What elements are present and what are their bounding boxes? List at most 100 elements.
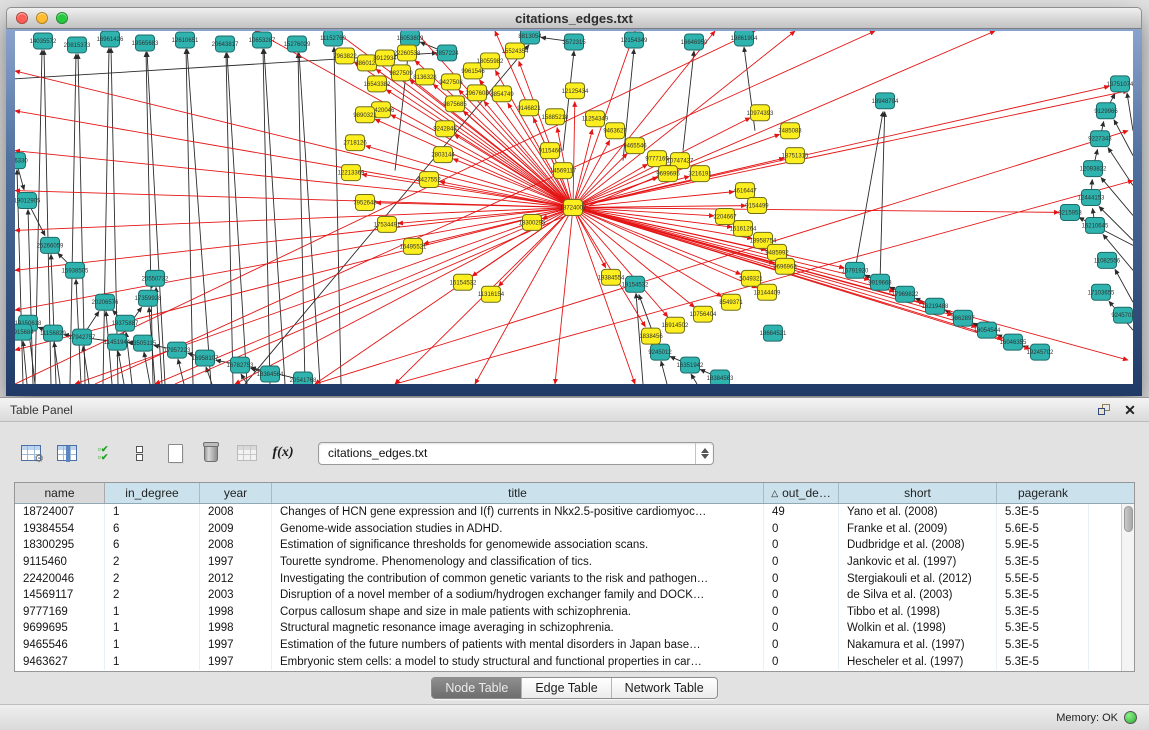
graph-node[interactable]: 3216191 (688, 166, 712, 182)
graph-node[interactable]: 9919668 (868, 274, 892, 290)
graph-node[interactable]: 16210645 (1082, 217, 1109, 233)
close-panel-button[interactable]: ✕ (1121, 402, 1139, 418)
table-row[interactable]: 911546021997Tourette syndrome. Phenomeno… (15, 554, 1121, 571)
graph-node[interactable]: 8854749 (490, 86, 514, 102)
graph-node[interactable]: 12093822 (1080, 161, 1107, 177)
table-cell[interactable]: 2 (105, 587, 200, 604)
column-header-year[interactable]: year (200, 483, 272, 503)
table-cell[interactable]: 0 (764, 604, 839, 621)
tab-node-table[interactable]: Node Table (432, 678, 521, 698)
graph-node[interactable]: 9862897 (951, 310, 975, 326)
table-cell[interactable]: 5.3E-5 (997, 504, 1089, 521)
graph-node[interactable]: 14569117 (550, 163, 577, 179)
graph-node[interactable]: 3572315 (562, 34, 586, 50)
table-cell[interactable]: Franke et al. (2009) (839, 521, 997, 538)
table-cell[interactable]: 1997 (200, 653, 272, 670)
graph-node[interactable]: 16219488 (922, 298, 949, 314)
graph-node[interactable]: 18054544 (974, 322, 1001, 338)
row-options-button[interactable] (124, 438, 154, 468)
graph-node[interactable]: 7485083 (778, 123, 802, 139)
graph-node[interactable]: 9890321 (353, 107, 377, 123)
graph-node[interactable]: 9245702 (1111, 307, 1133, 323)
column-header-pagerank[interactable]: pagerank (997, 483, 1089, 503)
graph-node[interactable]: 11451944 (104, 334, 131, 350)
tab-network-table[interactable]: Network Table (611, 678, 717, 698)
tab-edge-table[interactable]: Edge Table (521, 678, 610, 698)
graph-node[interactable]: 9696963 (773, 258, 797, 274)
table-cell[interactable]: 1 (105, 504, 200, 521)
table-cell[interactable]: 9699695 (15, 620, 105, 637)
table-cell[interactable]: Estimation of the future numbers of pati… (272, 637, 764, 654)
graph-node[interactable]: 18751315 (782, 148, 809, 164)
table-cell[interactable]: 2 (105, 570, 200, 587)
minimize-window-button[interactable] (36, 12, 48, 24)
table-cell[interactable]: 0 (764, 537, 839, 554)
new-table-button[interactable] (160, 438, 190, 468)
table-row[interactable]: 1938455462009Genome-wide association stu… (15, 521, 1121, 538)
graph-node[interactable]: 19012905 (15, 193, 41, 209)
graph-node[interactable]: 11156829 (40, 325, 66, 341)
graph-node[interactable]: 22260538 (394, 45, 421, 61)
graph-node[interactable]: 19384554 (598, 269, 625, 285)
graph-node[interactable]: 11254349 (582, 111, 609, 127)
scrollbar-thumb[interactable] (1124, 506, 1133, 532)
table-cell[interactable]: Tibbo et al. (1998) (839, 604, 997, 621)
table-cell[interactable]: 1 (105, 604, 200, 621)
graph-node[interactable]: 17359928 (135, 290, 162, 306)
table-cell[interactable]: 2012 (200, 570, 272, 587)
graph-node[interactable]: 2718126 (343, 135, 367, 151)
table-cell[interactable]: Changes of HCN gene expression and I(f) … (272, 504, 764, 521)
graph-node[interactable]: 16046355 (1000, 334, 1027, 350)
table-cell[interactable]: Investigating the contribution of common… (272, 570, 764, 587)
table-cell[interactable]: 1997 (200, 554, 272, 571)
table-cell[interactable]: 0 (764, 570, 839, 587)
float-panel-button[interactable] (1095, 402, 1113, 418)
graph-node[interactable]: 8136328 (413, 69, 437, 85)
table-cell[interactable]: 1997 (200, 637, 272, 654)
graph-node[interactable]: 9427508 (439, 74, 463, 90)
table-cell[interactable]: 9115460 (15, 554, 105, 571)
table-cell[interactable]: 0 (764, 653, 839, 670)
graph-node[interactable]: 19245702 (1027, 344, 1054, 360)
graph-node[interactable]: 9154499 (745, 198, 769, 214)
table-cell[interactable]: 2009 (200, 521, 272, 538)
table-cell[interactable]: 22420046 (15, 570, 105, 587)
graph-node[interactable]: 16351942 (677, 357, 704, 373)
graph-node[interactable]: 9242848 (433, 121, 457, 137)
graph-node[interactable]: 16791920 (842, 262, 869, 278)
graph-node[interactable]: 18300295 (519, 214, 546, 230)
graph-node[interactable]: 12610651 (172, 32, 199, 48)
graph-node[interactable]: 16782753 (227, 357, 254, 373)
table-cell[interactable]: 9463627 (15, 653, 105, 670)
table-cell[interactable]: 1 (105, 653, 200, 670)
graph-node[interactable]: 7963822 (333, 48, 357, 64)
graph-node[interactable]: 19861904 (731, 31, 758, 46)
graph-node[interactable]: 16646950 (681, 34, 708, 50)
insert-column-button[interactable] (52, 438, 82, 468)
graph-node[interactable]: 15276029 (284, 36, 311, 52)
table-cell[interactable]: Dudbridge et al. (2008) (839, 537, 997, 554)
graph-node[interactable]: 20206576 (92, 294, 119, 310)
table-cell[interactable]: Jankovic et al. (1997) (839, 554, 997, 571)
table-cell[interactable]: 2008 (200, 537, 272, 554)
graph-node[interactable]: 15885218 (542, 109, 569, 125)
graph-node[interactable]: 9227343 (1088, 131, 1112, 147)
table-cell[interactable]: 5.3E-5 (997, 637, 1089, 654)
graph-node[interactable]: 9129966 (1094, 103, 1118, 119)
graph-node[interactable]: 18055982 (477, 53, 504, 69)
network-canvas[interactable]: 1403557220815373169614261956568312610651… (15, 31, 1133, 384)
table-cell[interactable]: 1998 (200, 604, 272, 621)
table-cell[interactable]: Tourette syndrome. Phenomenology and cla… (272, 554, 764, 571)
table-cell[interactable]: de Silva et al. (2003) (839, 587, 997, 604)
table-row[interactable]: 946554611997Estimation of the future num… (15, 637, 1121, 654)
table-cell[interactable]: 5.9E-5 (997, 537, 1089, 554)
graph-node[interactable]: 13751074 (1107, 76, 1133, 92)
graph-node[interactable]: 9245012 (648, 344, 672, 360)
graph-node[interactable]: 14035572 (30, 33, 57, 49)
graph-node[interactable]: 9699695 (656, 166, 680, 182)
table-cell[interactable]: 49 (764, 504, 839, 521)
graph-node[interactable]: 19375887 (112, 315, 139, 331)
select-columns-button[interactable]: ▫✔▫✔ (88, 438, 118, 468)
table-cell[interactable]: Wolkin et al. (1998) (839, 620, 997, 637)
graph-node[interactable]: 9827509 (389, 65, 413, 81)
